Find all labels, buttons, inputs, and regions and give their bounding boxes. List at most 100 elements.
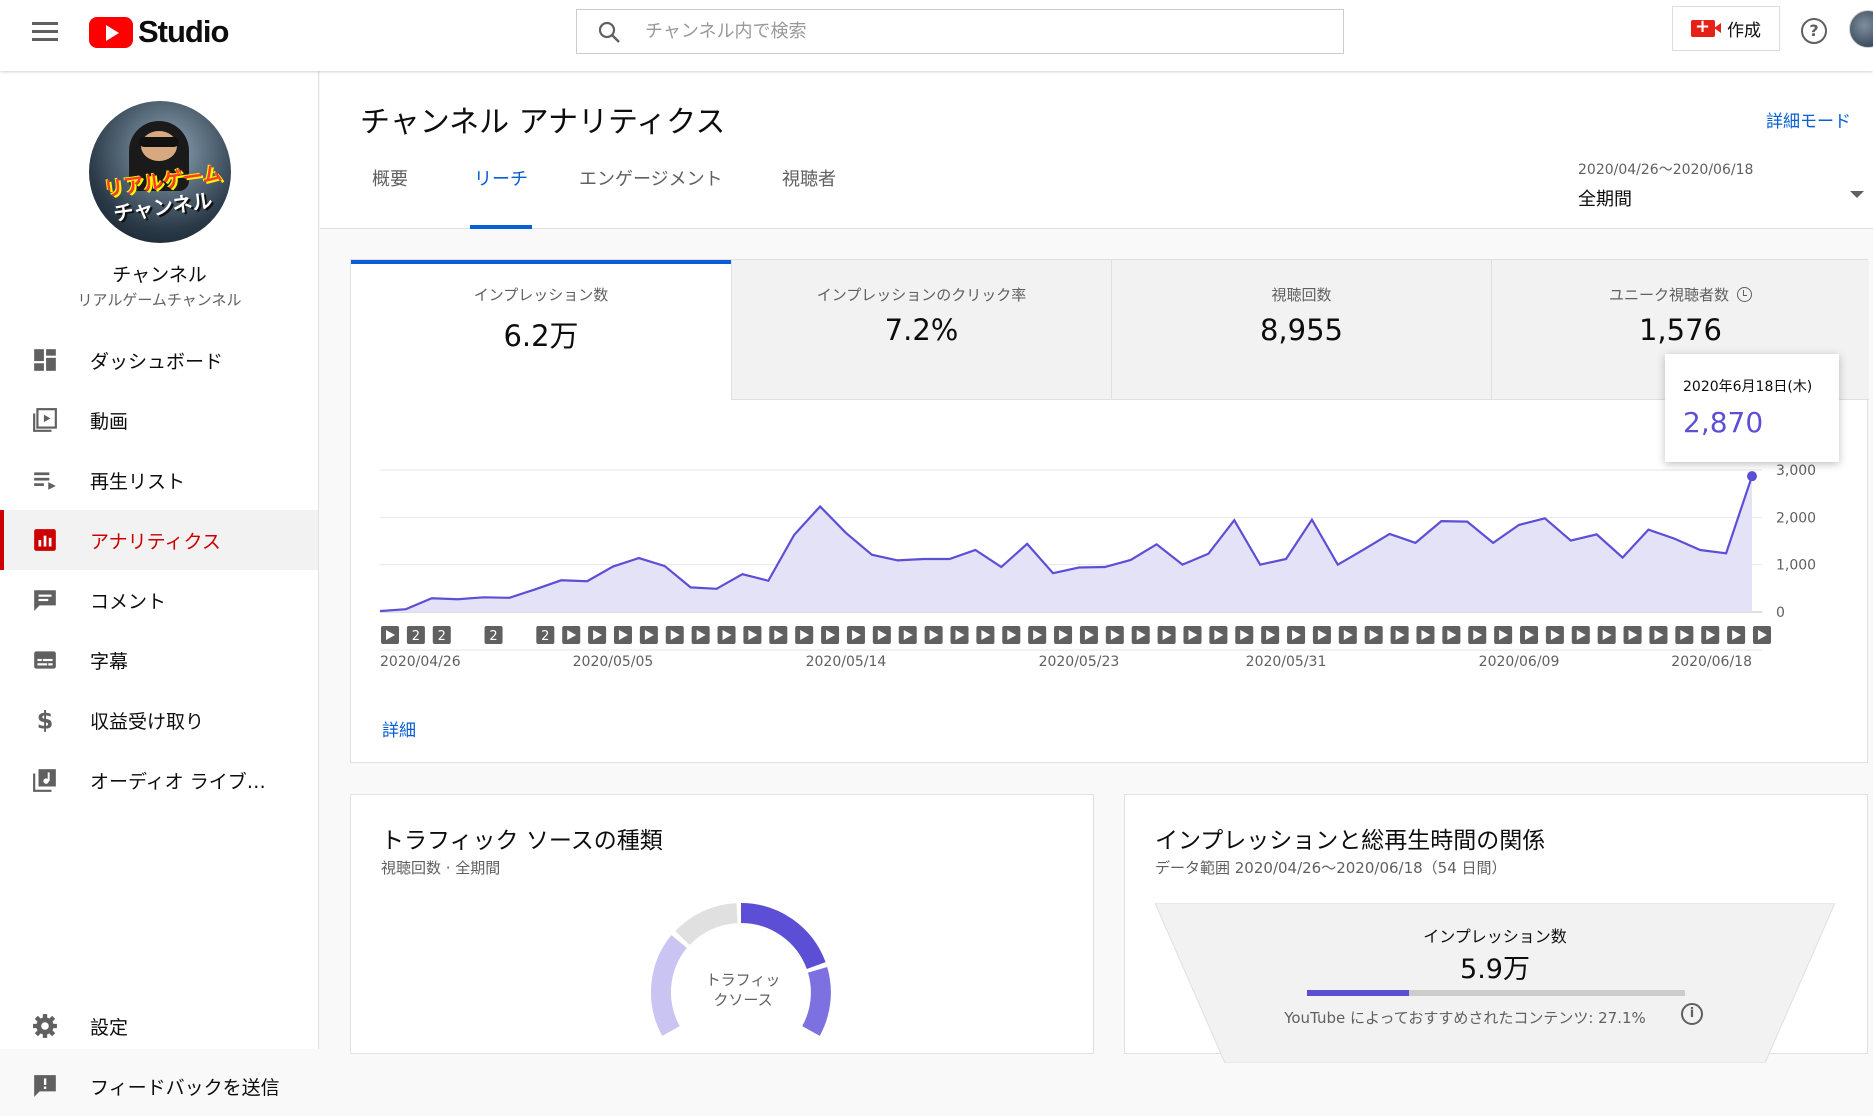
sidebar-item-videos[interactable]: 動画 xyxy=(0,390,318,450)
video-marker-icon[interactable] xyxy=(924,626,943,644)
video-marker-icon[interactable]: 2 xyxy=(536,626,555,644)
video-marker-icon[interactable] xyxy=(950,626,969,644)
feedback-icon xyxy=(34,1075,56,1097)
account-avatar[interactable] xyxy=(1849,10,1873,48)
video-marker-icon[interactable]: 2 xyxy=(432,626,451,644)
metric-tab-impressions[interactable]: インプレッション数 6.2万 xyxy=(351,260,731,400)
funnel-progress-fill xyxy=(1307,990,1410,996)
video-marker-icon[interactable] xyxy=(1338,626,1357,644)
sidebar-item-comments[interactable]: コメント xyxy=(0,570,318,630)
video-marker-icon[interactable] xyxy=(1002,626,1021,644)
sidebar-item-dashboard[interactable]: ダッシュボード xyxy=(0,330,318,390)
sidebar-item-label: フィードバックを送信 xyxy=(90,1076,280,1099)
video-marker-icon[interactable] xyxy=(743,626,762,644)
studio-logo[interactable]: Studio xyxy=(89,14,229,50)
funnel-note: YouTube によっておすすめされたコンテンツ: 27.1% xyxy=(1284,1009,1646,1027)
video-marker-icon[interactable] xyxy=(1105,626,1124,644)
analytics-icon xyxy=(34,529,56,551)
video-marker-icon[interactable] xyxy=(588,626,607,644)
x-tick-label: 2020/05/14 xyxy=(806,654,887,670)
search-input[interactable] xyxy=(645,10,1325,53)
video-marker-icon[interactable] xyxy=(1520,626,1539,644)
x-tick-label: 2020/05/31 xyxy=(1246,654,1327,670)
impressions-chart[interactable]: 0 1,000 2,000 3,000 2 2 2 2 2020/04/26 2020/05/05… xyxy=(350,400,1868,700)
video-marker-icon[interactable] xyxy=(1494,626,1513,644)
series-area xyxy=(380,476,1752,612)
detail-mode-link[interactable]: 詳細モード xyxy=(1766,107,1851,132)
video-marker-icon[interactable] xyxy=(1416,626,1435,644)
create-label: 作成 xyxy=(1727,21,1761,41)
video-marker-icon[interactable] xyxy=(1571,626,1590,644)
y-tick-label: 1,000 xyxy=(1776,558,1816,574)
detail-link[interactable]: 詳細 xyxy=(382,716,416,741)
info-icon[interactable]: i xyxy=(1681,1003,1703,1025)
sidebar-item-monetization[interactable]: $ 収益受け取り xyxy=(0,690,318,750)
video-marker-icon[interactable] xyxy=(1442,626,1461,644)
audio-library-icon xyxy=(33,769,56,792)
traffic-card-subtitle: 視聴回数 · 全期間 xyxy=(381,859,501,877)
video-marker-icon[interactable] xyxy=(795,626,814,644)
video-marker-icon[interactable] xyxy=(1753,626,1771,644)
tab-overview[interactable]: 概要 xyxy=(372,165,408,229)
video-marker-icon[interactable] xyxy=(846,626,865,644)
menu-icon[interactable] xyxy=(32,22,58,42)
metric-tab-views[interactable]: 視聴回数 8,955 xyxy=(1111,260,1491,400)
video-marker-icon[interactable] xyxy=(976,626,995,644)
video-marker-icon[interactable] xyxy=(1157,626,1176,644)
video-marker-icon[interactable] xyxy=(1675,626,1694,644)
tab-audience[interactable]: 視聴者 xyxy=(782,165,836,229)
video-marker-icon[interactable] xyxy=(872,626,891,644)
video-marker-icon[interactable] xyxy=(1701,626,1720,644)
sidebar-item-subtitles[interactable]: 字幕 xyxy=(0,630,318,690)
video-marker-icon[interactable] xyxy=(665,626,684,644)
video-marker-icon[interactable] xyxy=(1623,626,1642,644)
gear-icon xyxy=(33,1014,57,1038)
video-marker-icon[interactable] xyxy=(381,626,399,644)
sidebar-item-settings[interactable]: 設定 xyxy=(0,996,318,1056)
sidebar-item-playlists[interactable]: 再生リスト xyxy=(0,450,318,510)
video-marker-icon[interactable] xyxy=(1468,626,1487,644)
video-marker-icon[interactable] xyxy=(1597,626,1616,644)
impressions-funnel-card: インプレッションと総再生時間の関係 データ範囲 2020/04/26〜2020/… xyxy=(1124,794,1868,1063)
chevron-down-icon[interactable] xyxy=(1844,181,1870,207)
video-marker-icon[interactable] xyxy=(691,626,710,644)
video-marker-icon[interactable] xyxy=(769,626,788,644)
video-marker-icon[interactable] xyxy=(1287,626,1306,644)
svg-text:2: 2 xyxy=(412,629,420,644)
search-box[interactable] xyxy=(576,9,1344,54)
video-marker-icon[interactable] xyxy=(717,626,736,644)
video-marker-icon[interactable] xyxy=(1364,626,1383,644)
sidebar-item-audio-library[interactable]: オーディオ ライブ… xyxy=(0,750,318,810)
video-marker-icon[interactable] xyxy=(1649,626,1668,644)
video-marker-icon[interactable] xyxy=(1727,626,1746,644)
sidebar-item-feedback[interactable]: フィードバックを送信 xyxy=(0,1056,318,1116)
video-marker-icon[interactable] xyxy=(562,626,581,644)
metric-tab-ctr[interactable]: インプレッションのクリック率 7.2% xyxy=(731,260,1111,400)
video-marker-icon[interactable] xyxy=(1131,626,1150,644)
video-marker-icon[interactable]: 2 xyxy=(406,626,425,644)
video-marker-icon[interactable] xyxy=(1209,626,1228,644)
x-tick-label: 2020/06/18 xyxy=(1671,654,1752,670)
video-marker-icon[interactable] xyxy=(1235,626,1254,644)
video-marker-icon[interactable] xyxy=(1312,626,1331,644)
video-marker-icon[interactable] xyxy=(898,626,917,644)
video-marker-icon[interactable] xyxy=(1261,626,1280,644)
video-marker-icon[interactable]: 2 xyxy=(484,626,503,644)
video-marker-icon[interactable] xyxy=(1054,626,1073,644)
video-marker-icon[interactable] xyxy=(1390,626,1409,644)
help-icon[interactable]: ? xyxy=(1801,18,1827,44)
period-selector[interactable]: 全期間 xyxy=(1578,185,1632,211)
sidebar-item-analytics[interactable]: アナリティクス xyxy=(0,510,318,570)
channel-avatar[interactable]: リアルゲーム チャンネル xyxy=(89,101,231,243)
video-marker-icon[interactable] xyxy=(1545,626,1564,644)
video-marker-icon[interactable] xyxy=(639,626,658,644)
video-marker-icon[interactable] xyxy=(1028,626,1047,644)
video-marker-icon[interactable] xyxy=(821,626,840,644)
svg-text:2: 2 xyxy=(438,629,446,644)
video-marker-icon[interactable] xyxy=(1183,626,1202,644)
video-marker-icon[interactable] xyxy=(613,626,632,644)
create-button[interactable]: 作成 xyxy=(1672,6,1780,51)
video-marker-icon[interactable] xyxy=(1079,626,1098,644)
tab-reach[interactable]: リーチ xyxy=(470,165,532,229)
tab-engagement[interactable]: エンゲージメント xyxy=(579,165,723,229)
